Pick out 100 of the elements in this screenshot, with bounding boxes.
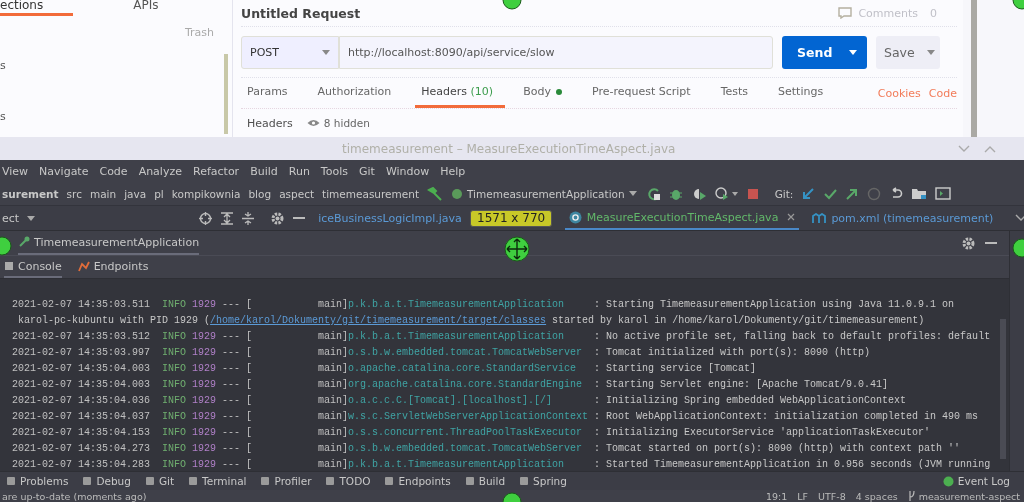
log-logger: p.k.b.a.t.TimemeasurementApplication (348, 330, 566, 344)
sidebar-item[interactable]: s (0, 59, 6, 72)
event-log-button[interactable]: Event Log (942, 475, 1010, 487)
run-tab[interactable]: TimemeasurementApplication (18, 231, 200, 255)
status-item[interactable]: LF (797, 490, 809, 502)
log-timestamp: 2021-02-07 14:35:03.512 (12, 330, 152, 344)
breadcrumb-item[interactable]: timemeasurement (322, 187, 420, 200)
log-message: : Tomcat started on port(s): 8090 (http) with context path '' (594, 442, 961, 456)
breadcrumb-item[interactable]: pl (154, 187, 164, 200)
log-logger: w.s.c.ServletWebServerApplicationContext (348, 410, 590, 424)
log-thread: --- [ main] (222, 410, 349, 424)
window-title: timemeasurement – MeasureExecutionTimeAspect.java (342, 141, 676, 156)
log-logger: o.a.c.c.C.[Tomcat].[localhost].[/] (348, 394, 554, 408)
request-tab[interactable]: Tests (714, 78, 761, 108)
tool-window-button[interactable]: Debug (82, 475, 131, 487)
log-thread: --- [ main] (222, 298, 349, 312)
tool-window-button[interactable]: Spring (519, 475, 567, 487)
editor-tab[interactable]: iceBusinessLogicImpl.java (314, 206, 466, 230)
log-message: : Started TimemeasurementApplication in 0.956 seconds (JVM running (594, 458, 991, 471)
log-pid: 1929 (192, 298, 218, 312)
menu-item[interactable]: Tools (320, 164, 348, 178)
log-pid: 1929 (192, 378, 218, 392)
log-message: : Initializing ExecutorService 'applicationTaskExecutor' (594, 426, 931, 440)
log-thread: --- [ main] (222, 458, 349, 471)
request-tab[interactable]: Pre-request Script (585, 78, 703, 108)
breadcrumb-item[interactable]: surement (2, 187, 59, 200)
menu-item[interactable]: Run (288, 164, 310, 178)
log-timestamp: 2021-02-07 14:35:04.036 (12, 394, 152, 408)
log-timestamp: 2021-02-07 14:35:04.003 (12, 378, 152, 392)
log-message: : Starting Servlet engine: [Apache Tomcat/9.0.41] (594, 378, 889, 392)
tool-window-button[interactable]: Endpoints (384, 475, 451, 487)
menu-item[interactable]: Git (358, 164, 375, 178)
send-button[interactable]: Send (782, 35, 867, 69)
log-logger: o.apache.catalina.core.StandardService (348, 362, 578, 376)
log-pid: 1929 (192, 394, 218, 408)
branch-widget[interactable]: measurement-aspect (907, 490, 1020, 502)
log-timestamp: 2021-02-07 14:35:03.997 (12, 346, 152, 360)
tool-window-button[interactable]: Problems (6, 475, 69, 487)
log-pid: 1929 (192, 330, 218, 344)
url-field[interactable]: http://localhost:8090/api/service/slow (339, 35, 773, 69)
request-tab[interactable]: Settings (772, 78, 836, 108)
tool-window-button[interactable]: Git (144, 475, 175, 487)
request-tab[interactable]: Headers (10) (415, 78, 506, 108)
request-title: Untitled Request (241, 5, 361, 21)
breadcrumb-item[interactable]: main (89, 187, 117, 200)
log-level: INFO (162, 426, 188, 440)
log-thread: --- [ main] (222, 394, 349, 408)
log-message: karol-pc-kubuntu with PID 1929 (/home/karol/Dokumenty/git/timemeasurement/target/classes started by karol in /home/karol/Dokumenty/git/timemeasurement) (17, 314, 925, 328)
menu-item[interactable]: Code (99, 164, 128, 178)
status-item[interactable]: 19:1 (766, 490, 788, 502)
editor-tab[interactable]: MeasureExecutionTimeAspect.java (564, 206, 800, 230)
request-tab[interactable]: Authorization (311, 78, 404, 108)
status-message: are up-to-date (moments ago) (2, 490, 147, 502)
menu-item[interactable]: View (2, 164, 29, 178)
status-item[interactable]: UTF-8 (818, 490, 846, 502)
tool-window-button[interactable]: TODO (325, 475, 371, 487)
tool-window-button[interactable]: Terminal (188, 475, 247, 487)
project-dropdown[interactable]: ect (2, 211, 36, 225)
log-timestamp: 2021-02-07 14:35:04.273 (12, 442, 152, 456)
log-level: INFO (162, 394, 188, 408)
console-tab[interactable]: Endpoints (77, 256, 149, 278)
method-dropdown[interactable]: POST (241, 35, 339, 69)
log-thread: --- [ main] (222, 330, 349, 344)
menu-item[interactable]: Analyze (138, 164, 182, 178)
breadcrumb-item[interactable]: src (66, 187, 82, 200)
save-button[interactable]: Save (876, 35, 940, 69)
status-item[interactable]: 4 spaces (855, 490, 898, 502)
log-timestamp: 2021-02-07 14:35:04.153 (12, 426, 152, 440)
request-tab[interactable]: Body (517, 78, 574, 108)
log-level: INFO (162, 442, 188, 456)
menu-item[interactable]: Help (440, 164, 466, 178)
log-logger: o.s.s.concurrent.ThreadPoolTaskExecutor (348, 426, 584, 440)
path-link[interactable]: /home/karol/Dokumenty/git/timemeasurement/target/classes (210, 315, 547, 326)
hidden-headers-toggle[interactable]: 8 hidden (306, 117, 370, 129)
breadcrumb-item[interactable]: blog (248, 187, 272, 200)
log-message: : Starting TimemeasurementApplication using Java 11.0.9.1 on (594, 298, 955, 312)
breadcrumb-item[interactable]: aspect (279, 187, 315, 200)
request-tab[interactable]: Params (241, 78, 300, 108)
editor-tab[interactable]: pom.xml (timemeasurement) (808, 206, 998, 230)
sidebar-item[interactable]: s (0, 110, 6, 123)
log-level: INFO (162, 330, 188, 344)
breadcrumb-item[interactable]: java (124, 187, 147, 200)
log-timestamp: 2021-02-07 14:35:03.511 (12, 298, 152, 312)
log-thread: --- [ main] (222, 378, 349, 392)
run-configuration-dropdown[interactable]: TimemeasurementApplication (451, 187, 637, 200)
tool-window-button[interactable]: Build (464, 475, 506, 487)
log-message: : Root WebApplicationContext: initialization completed in 490 ms (594, 410, 979, 424)
log-pid: 1929 (192, 442, 218, 456)
size-badge: 1571 x 770 (470, 210, 553, 227)
tool-window-button[interactable]: Profiler (260, 475, 312, 487)
menu-item[interactable]: Build (250, 164, 278, 178)
menu-item[interactable]: Navigate (39, 164, 89, 178)
log-pid: 1929 (192, 410, 218, 424)
breadcrumb-item[interactable]: kompikownia (171, 187, 241, 200)
menu-item[interactable]: Window (385, 164, 430, 178)
sidebar-tab[interactable]: APIs (133, 0, 189, 16)
sidebar-tab[interactable]: ections (0, 0, 74, 16)
log-thread: --- [ main] (222, 362, 349, 376)
log-level: INFO (162, 362, 188, 376)
menu-item[interactable]: Refactor (193, 164, 240, 178)
